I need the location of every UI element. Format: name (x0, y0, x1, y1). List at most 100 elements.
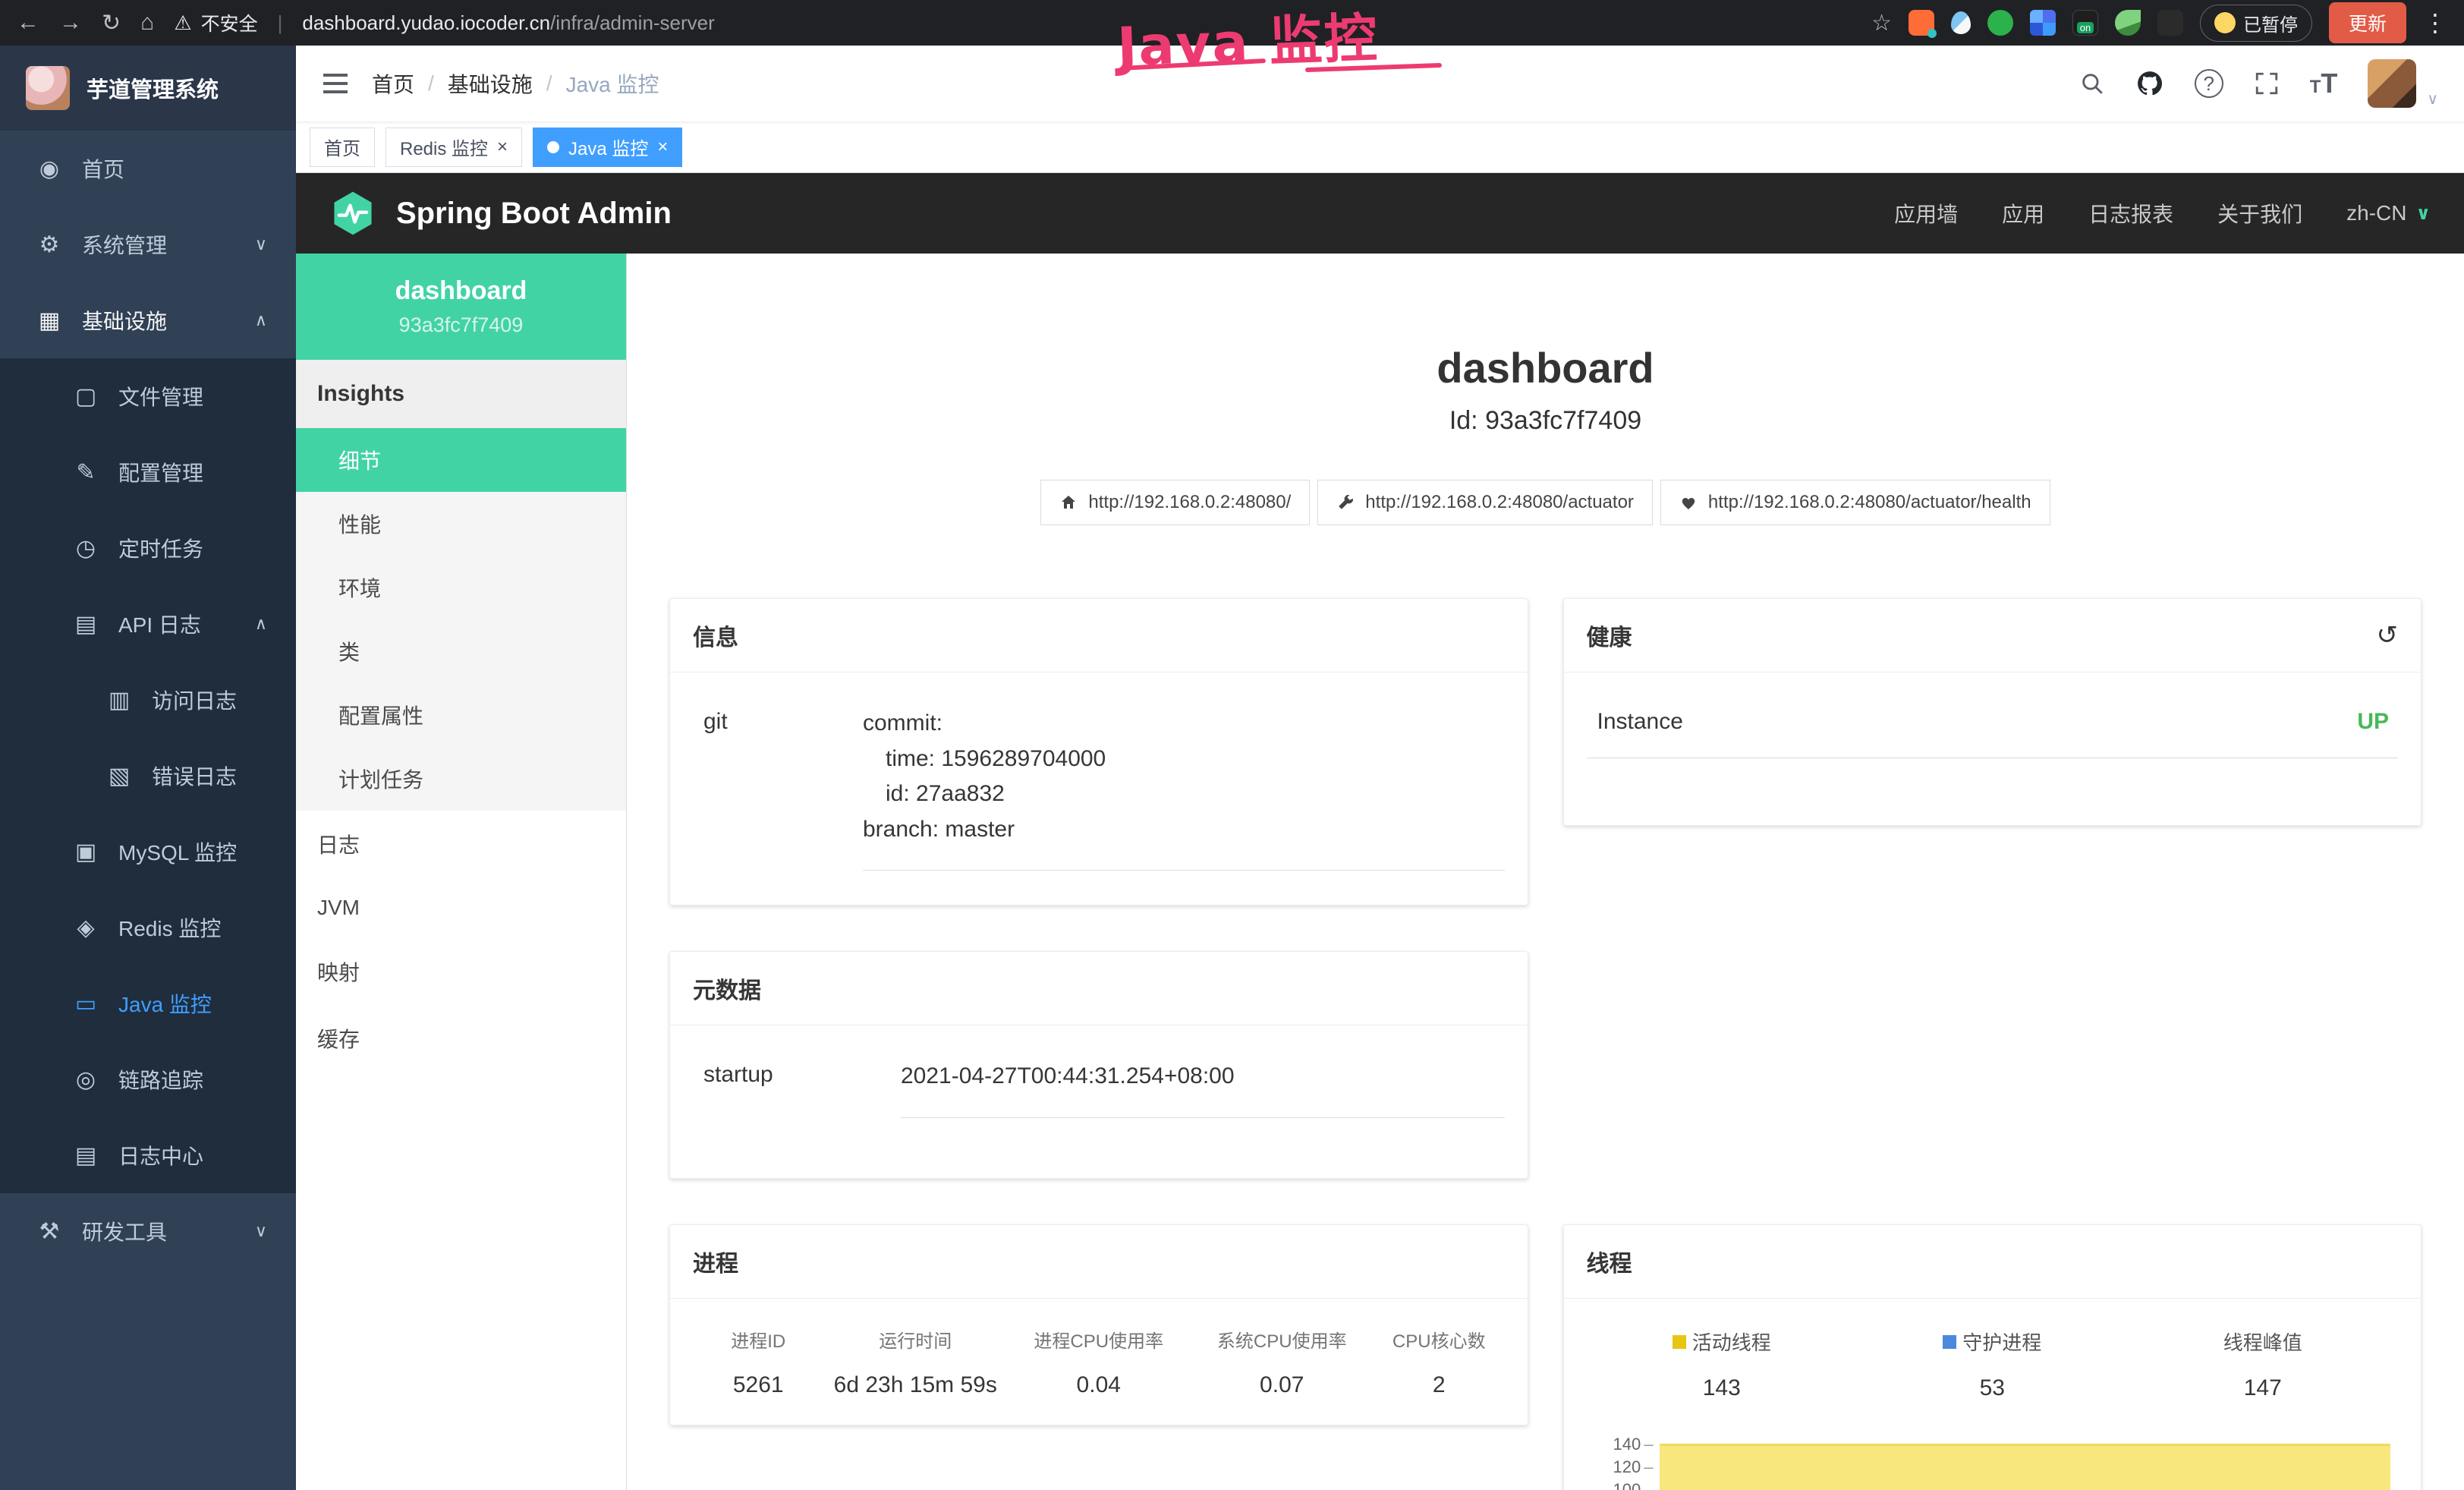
paused-badge[interactable]: 已暂停 (2200, 5, 2312, 42)
close-icon[interactable]: × (657, 137, 668, 158)
access-log-icon: ▥ (105, 687, 134, 713)
sba-item-details[interactable]: 细节 (296, 428, 626, 492)
app-title: 芋道管理系统 (87, 72, 219, 104)
help-icon[interactable]: ? (2195, 69, 2223, 98)
metadata-card-title: 元数据 (670, 952, 1528, 1025)
hamburger-icon[interactable] (322, 72, 349, 95)
sba-nav-journal[interactable]: 日志报表 (2088, 198, 2173, 228)
chrome-menu-icon[interactable]: ⋮ (2423, 8, 2447, 37)
health-url-button[interactable]: http://192.168.0.2:48080/actuator/health (1660, 480, 2050, 525)
chevron-up-icon: ∧ (255, 310, 267, 330)
sidebar-item-error-logs[interactable]: ▧ 错误日志 (0, 738, 296, 814)
security-indicator[interactable]: ⚠ 不安全 (174, 9, 257, 36)
sba-nav-applications[interactable]: 应用 (2002, 198, 2044, 228)
back-icon[interactable]: ← (17, 10, 39, 36)
sba-item-caches[interactable]: 缓存 (296, 1005, 626, 1072)
sba-sidebar: dashboard 93a3fc7f7409 Insights 细节 性能 环境… (296, 254, 627, 1490)
active-dot (547, 141, 559, 153)
service-url-button[interactable]: http://192.168.0.2:48080/ (1040, 480, 1310, 525)
file-icon: ▢ (71, 383, 100, 410)
threads-card: 线程 活动线程 143 守护进程 53 (1563, 1224, 2422, 1490)
sidebar-item-file-management[interactable]: ▢ 文件管理 (0, 358, 296, 434)
address-bar[interactable]: dashboard.yudao.iocoder.cn/infra/admin-s… (302, 11, 714, 35)
dashboard-icon: ◉ (35, 156, 64, 182)
health-card-title: 健康 (1587, 619, 1632, 652)
sidebar-item-config-management[interactable]: ✎ 配置管理 (0, 434, 296, 510)
sidebar-item-java-monitor[interactable]: ▭ Java 监控 (0, 966, 296, 1041)
sba-instance-header[interactable]: dashboard 93a3fc7f7409 (296, 254, 626, 360)
sidebar-item-system-management[interactable]: ⚙ 系统管理 ∨ (0, 206, 296, 282)
sba-navbar: Spring Boot Admin 应用墙 应用 日志报表 关于我们 zh-CN… (296, 173, 2464, 254)
extension-puzzle-icon[interactable] (2157, 10, 2183, 36)
divider: | (278, 11, 283, 35)
github-icon[interactable] (2135, 69, 2164, 98)
bookmark-star-icon[interactable]: ☆ (1871, 10, 1892, 36)
sba-item-classes[interactable]: 类 (296, 619, 626, 683)
actuator-url-button[interactable]: http://192.168.0.2:48080/actuator (1317, 480, 1653, 525)
heart-icon (1679, 493, 1698, 512)
url-path: /infra/admin-server (550, 11, 715, 35)
sba-nav-about[interactable]: 关于我们 (2217, 198, 2302, 228)
info-value: commit: time: 1596289704000 id: 27aa832 … (863, 706, 1505, 871)
sidebar-item-home[interactable]: ◉ 首页 (0, 131, 296, 206)
gear-icon: ⚙ (35, 232, 64, 258)
instance-links: http://192.168.0.2:48080/ http://192.168… (669, 480, 2422, 525)
tag-home[interactable]: 首页 (310, 128, 375, 167)
sidebar-item-dev-tools[interactable]: ⚒ 研发工具 ∨ (0, 1193, 296, 1269)
sba-item-logs[interactable]: 日志 (296, 811, 626, 877)
sba-item-mappings[interactable]: 映射 (296, 938, 626, 1005)
process-table: 进程ID5261 运行时间6d 23h 15m 59s 进程CPU使用率0.04… (693, 1321, 1505, 1398)
threads-area-fill (1660, 1444, 2391, 1490)
threads-chart-y-axis: 140 120 100 (1587, 1433, 1660, 1490)
sidebar-item-trace[interactable]: ◎ 链路追踪 (0, 1041, 296, 1117)
breadcrumb-infra[interactable]: 基础设施 (448, 68, 533, 99)
refresh-icon[interactable]: ↻ (102, 10, 121, 36)
sidebar-item-log-center[interactable]: ▤ 日志中心 (0, 1117, 296, 1193)
user-avatar[interactable] (2368, 59, 2416, 108)
config-icon: ✎ (71, 459, 100, 486)
fullscreen-icon[interactable] (2254, 71, 2280, 96)
home-icon[interactable]: ⌂ (140, 10, 154, 36)
close-icon[interactable]: × (497, 137, 508, 158)
tag-java-monitor[interactable]: Java 监控 × (533, 128, 682, 167)
app-logo[interactable]: 芋道管理系统 (0, 46, 296, 131)
extension-icon[interactable] (2030, 10, 2056, 36)
threads-chart: 140 120 100 (1587, 1433, 2399, 1490)
extension-icon[interactable] (2115, 10, 2141, 36)
extension-icon[interactable] (1951, 11, 1971, 34)
live-threads-swatch (1673, 1335, 1686, 1349)
sba-item-scheduled-tasks[interactable]: 计划任务 (296, 747, 626, 811)
paused-label: 已暂停 (2243, 10, 2298, 36)
update-button[interactable]: 更新 (2329, 2, 2406, 43)
sidebar-item-redis-monitor[interactable]: ◈ Redis 监控 (0, 890, 296, 966)
sidebar-item-access-logs[interactable]: ▥ 访问日志 (0, 662, 296, 738)
sba-item-jvm[interactable]: JVM (296, 877, 626, 938)
tools-icon: ⚒ (35, 1218, 64, 1245)
sba-brand-title[interactable]: Spring Boot Admin (396, 197, 672, 231)
font-size-icon[interactable]: TT (2310, 68, 2338, 99)
sba-item-environment[interactable]: 环境 (296, 556, 626, 619)
sba-nav-wall[interactable]: 应用墙 (1894, 198, 1958, 228)
sba-locale-select[interactable]: zh-CN ∨ (2346, 201, 2431, 225)
home-icon (1059, 493, 1078, 512)
health-card: 健康 ↺ Instance UP (1563, 598, 2422, 826)
extension-icon[interactable] (1909, 10, 1934, 36)
logo-avatar (26, 66, 70, 110)
java-icon: ▭ (71, 991, 100, 1017)
chevron-down-icon: ∨ (255, 235, 267, 254)
breadcrumb-home[interactable]: 首页 (372, 68, 414, 99)
tag-redis-monitor[interactable]: Redis 监控 × (385, 128, 522, 167)
search-icon[interactable] (2079, 71, 2105, 96)
forward-icon[interactable]: → (59, 10, 82, 36)
extension-icon[interactable] (1987, 10, 2013, 36)
history-icon[interactable]: ↺ (2377, 620, 2399, 650)
sidebar-item-mysql-monitor[interactable]: ▣ MySQL 监控 (0, 814, 296, 890)
sba-item-config-props[interactable]: 配置属性 (296, 683, 626, 747)
sba-item-metrics[interactable]: 性能 (296, 492, 626, 556)
extension-switch-icon[interactable]: on (2072, 10, 2098, 36)
sba-group-insights[interactable]: Insights (296, 360, 626, 428)
breadcrumb-current: Java 监控 (566, 68, 659, 99)
sidebar-item-api-logs[interactable]: ▤ API 日志 ∧ (0, 586, 296, 662)
sidebar-item-scheduled-tasks[interactable]: ◷ 定时任务 (0, 510, 296, 586)
sidebar-item-infrastructure[interactable]: ▦ 基础设施 ∧ (0, 282, 296, 358)
